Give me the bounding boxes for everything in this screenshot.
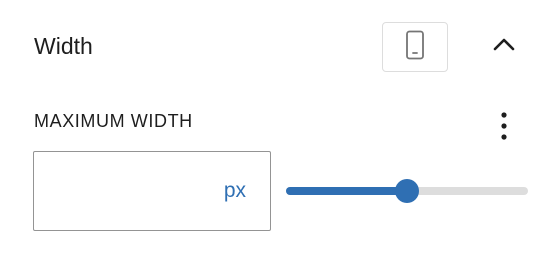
mobile-device-icon [405, 30, 425, 65]
maximum-width-slider[interactable] [286, 176, 528, 206]
device-preview-button[interactable] [382, 22, 448, 72]
options-menu-button[interactable] [490, 108, 518, 148]
more-vertical-icon [500, 111, 508, 146]
maximum-width-input[interactable] [34, 152, 214, 230]
collapse-panel-button[interactable] [486, 28, 522, 64]
maximum-width-input-wrapper: px [33, 151, 271, 231]
unit-label[interactable]: px [224, 178, 246, 204]
panel-title: Width [34, 33, 93, 59]
slider-track [286, 187, 407, 195]
slider-thumb[interactable] [395, 179, 419, 203]
chevron-up-icon [493, 37, 515, 56]
maximum-width-label: MAXIMUM WIDTH [34, 111, 193, 131]
